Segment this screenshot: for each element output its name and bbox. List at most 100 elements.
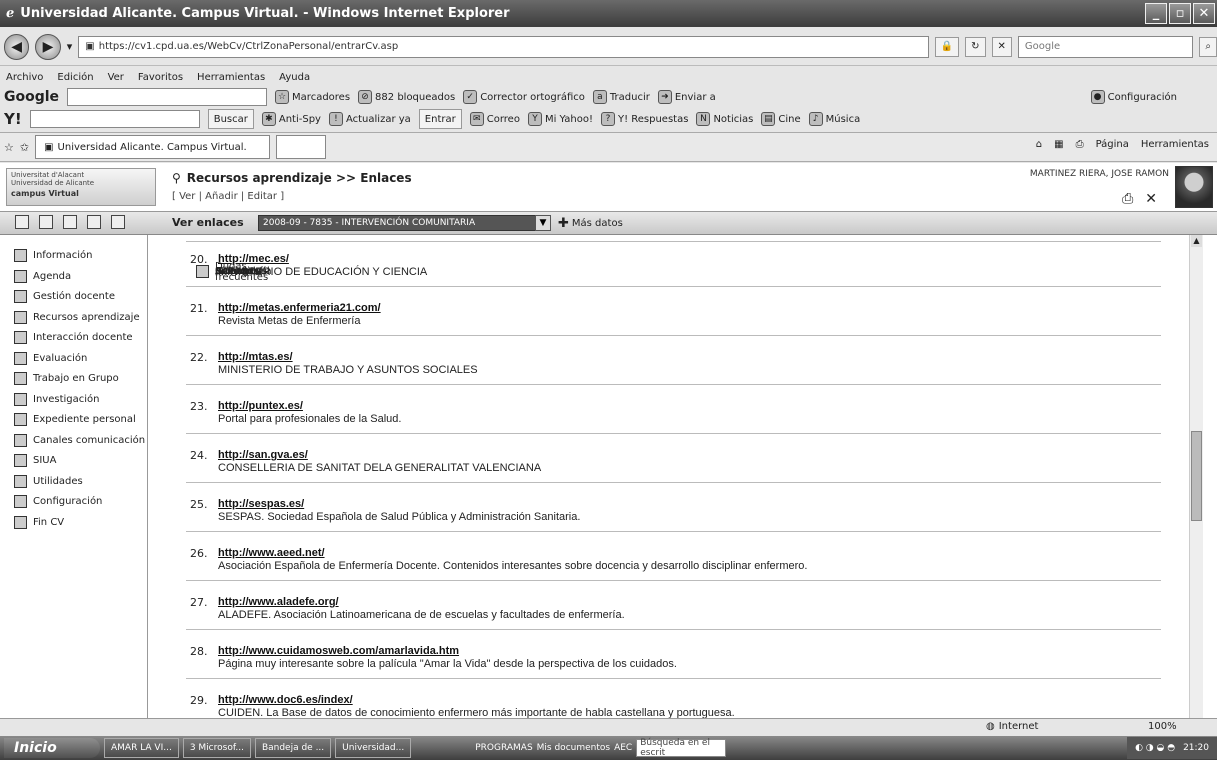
print-icon[interactable]: ⎙ (1076, 139, 1084, 150)
feeds-icon[interactable]: ▦ (1054, 139, 1063, 150)
miyahoo-button[interactable]: Y Mi Yahoo! (527, 112, 593, 126)
mas-datos-button[interactable]: ✚ Más datos (558, 216, 623, 231)
programs-toolbar[interactable]: PROGRAMAS (475, 743, 532, 753)
menu-edicion[interactable]: Edición (57, 72, 93, 83)
google-search-field[interactable] (67, 88, 268, 106)
tray-icons[interactable]: ◐ ◑ ◒ ◓ (1135, 743, 1175, 753)
refresh-button[interactable]: ↻ (965, 36, 986, 57)
musica-button[interactable]: ♪ Música (808, 112, 860, 126)
forward-button[interactable]: ▶ (35, 33, 61, 60)
minimize-button[interactable]: _ (1145, 3, 1167, 24)
sidebar-item[interactable]: Gestión docente (0, 288, 147, 305)
yahoo-search-field[interactable] (29, 110, 200, 128)
translate-button[interactable]: a Traducir (592, 90, 650, 104)
link-url[interactable]: http://www.doc6.es/index/ (218, 694, 353, 706)
popup-blocker-button[interactable]: ⊘ 882 bloqueados (358, 90, 455, 104)
taskbar-item[interactable]: 3 Microsof... (182, 738, 251, 758)
menu-herramientas[interactable]: Herramientas (197, 72, 265, 83)
maximize-button[interactable]: ▫ (1169, 3, 1191, 24)
desktop-search-input[interactable]: Búsqueda en el escrit (636, 738, 727, 758)
sidebar-item[interactable]: SIUA (0, 452, 147, 469)
sidebar-item[interactable]: Interacción docente (0, 329, 147, 346)
scrollbar[interactable]: ▲ ▼ (1189, 235, 1203, 739)
translate-icon: a (592, 90, 607, 104)
link-url[interactable]: http://mtas.es/ (218, 351, 293, 363)
start-button[interactable]: Inicio (4, 738, 100, 758)
antispy-button[interactable]: ✱ Anti-Spy (261, 112, 321, 126)
new-tab-button[interactable] (276, 135, 327, 159)
sidebar-item[interactable]: Configuración (0, 493, 147, 510)
sidebar-item[interactable]: Utilidades (0, 473, 147, 490)
scroll-up-icon[interactable]: ▲ (1191, 235, 1202, 247)
sidebar-item[interactable]: Agenda (0, 268, 147, 285)
actualizar-button[interactable]: ! Actualizar ya (328, 112, 411, 126)
menu-ayuda[interactable]: Ayuda (279, 72, 310, 83)
tab-active[interactable]: ▣ Universidad Alicante. Campus Virtual. (35, 135, 271, 159)
sidebar-item[interactable]: Información (0, 247, 147, 264)
taskbar-item[interactable]: AMAR LA VI... (104, 738, 179, 758)
course-select[interactable]: 2008-09 - 7835 - INTERVENCIÓN COMUNITARI… (258, 215, 551, 231)
buscar-button[interactable]: Buscar (207, 109, 254, 129)
configuracion-button[interactable]: ● Configuración (1090, 90, 1177, 104)
herramientas-menu[interactable]: Herramientas (1141, 139, 1209, 150)
subnav-links[interactable]: [ Ver | Añadir | Editar ] (172, 191, 284, 202)
link-url[interactable]: http://www.aeed.net/ (218, 547, 325, 559)
link-url[interactable]: http://www.cuidamosweb.com/amarlavida.ht… (218, 645, 459, 657)
close-icon[interactable]: ✕ (1145, 191, 1157, 207)
sidebar-item[interactable]: Recursos aprendizaje (0, 309, 147, 326)
marcadores-button[interactable]: ☆ Marcadores (275, 90, 350, 104)
system-tray: ◐ ◑ ◒ ◓ 21:20 (1127, 737, 1217, 759)
lock-icon[interactable]: 🔒 (934, 36, 960, 57)
cine-button[interactable]: ▤ Cine (761, 112, 801, 126)
link-number: 25. (190, 498, 208, 511)
mail-icon: ✉ (469, 112, 484, 126)
dropdown-arrow-icon[interactable]: ▾ (67, 40, 73, 53)
spellcheck-button[interactable]: ✓ Corrector ortográfico (463, 90, 585, 104)
sidebar-item[interactable]: Canales comunicación (0, 432, 147, 449)
print-icon[interactable]: ⎙ (1122, 191, 1133, 207)
sidebar-item[interactable]: Fin CV (0, 514, 147, 531)
taskbar-item[interactable]: Bandeja de ... (254, 738, 332, 758)
docs-toolbar[interactable]: Mis documentos (537, 743, 610, 753)
back-button[interactable]: ◀ (4, 33, 30, 60)
calendar-icon[interactable] (63, 215, 77, 229)
link-url[interactable]: http://sespas.es/ (218, 498, 304, 510)
menu-favoritos[interactable]: Favoritos (138, 72, 183, 83)
sidebar-item[interactable]: Trabajo en Grupo (0, 370, 147, 387)
pagina-menu[interactable]: Página (1096, 139, 1129, 150)
noticias-button[interactable]: N Noticias (696, 112, 753, 126)
sidebar-item[interactable]: Expediente personal (0, 411, 147, 428)
zoom-level[interactable]: 100% (1148, 721, 1177, 732)
address-field[interactable]: ▣ https://cv1.cpd.ua.es/WebCv/CtrlZonaPe… (78, 35, 929, 58)
close-button[interactable]: ✕ (1193, 3, 1215, 24)
search-input[interactable]: Google (1017, 35, 1194, 58)
stop-button[interactable]: ✕ (991, 36, 1012, 57)
search-icon[interactable]: ⌕ (1199, 36, 1217, 57)
add-favorites-icon[interactable]: ✩ (20, 141, 29, 154)
respuestas-button[interactable]: ? Y! Respuestas (600, 112, 688, 126)
exit-icon[interactable] (111, 215, 125, 229)
link-url[interactable]: http://puntex.es/ (218, 400, 303, 412)
print-icon[interactable] (87, 215, 101, 229)
link-url[interactable]: http://mec.es/ (218, 253, 289, 265)
home-icon[interactable]: ⌂ (1036, 139, 1042, 150)
sidebar-item[interactable]: Evaluación (0, 350, 147, 367)
sidebar-item[interactable]: Investigación (0, 391, 147, 408)
aec-toolbar[interactable]: AEC (614, 743, 632, 753)
answers-icon: ? (600, 112, 615, 126)
taskbar-item[interactable]: Universidad... (335, 738, 412, 758)
scroll-thumb[interactable] (1191, 431, 1202, 521)
link-url[interactable]: http://san.gva.es/ (218, 449, 308, 461)
mail-icon[interactable] (39, 215, 53, 229)
menu-ver[interactable]: Ver (108, 72, 124, 83)
send-to-button[interactable]: ➜ Enviar a (657, 90, 716, 104)
menu-archivo[interactable]: Archivo (6, 72, 43, 83)
link-url[interactable]: http://www.aladefe.org/ (218, 596, 339, 608)
correo-button[interactable]: ✉ Correo (469, 112, 520, 126)
link-number: 22. (190, 351, 208, 364)
favorites-star-icon[interactable]: ☆ (4, 141, 14, 154)
chevron-down-icon[interactable]: ▼ (535, 215, 551, 231)
home-icon[interactable] (15, 215, 29, 229)
link-url[interactable]: http://metas.enfermeria21.com/ (218, 302, 381, 314)
entrar-button[interactable]: Entrar (418, 109, 462, 129)
